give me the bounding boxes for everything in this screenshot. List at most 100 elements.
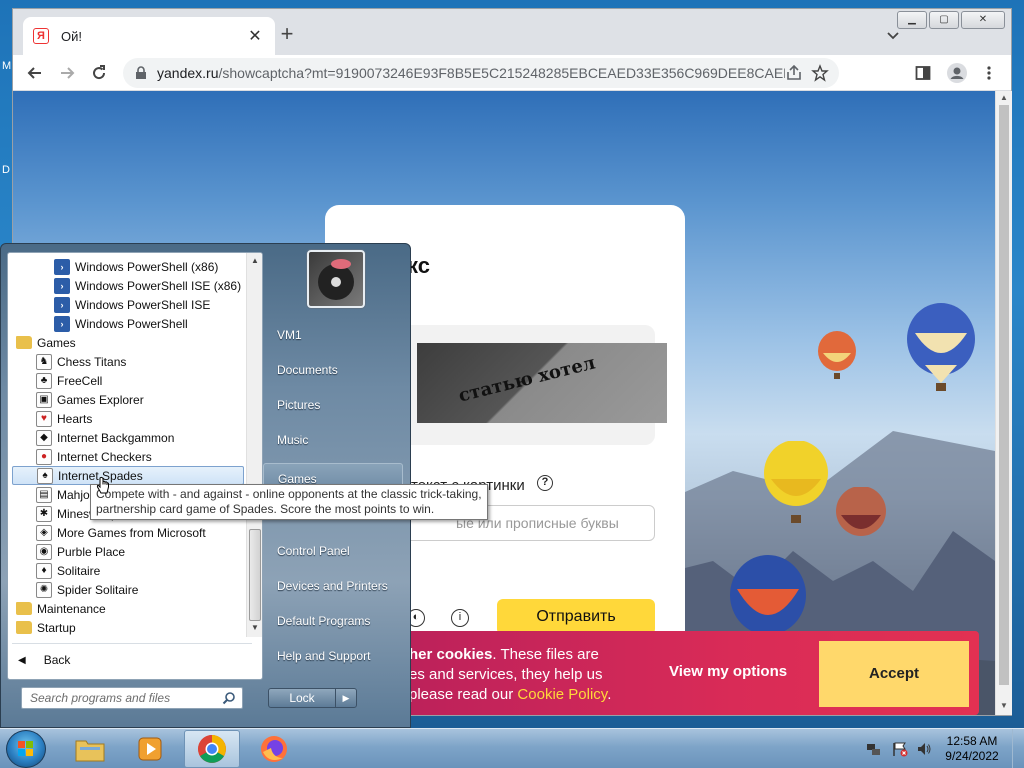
- maximize-button[interactable]: ▢: [929, 11, 959, 29]
- shutdown-options-button[interactable]: ▶: [335, 688, 357, 708]
- folder-icon: [16, 602, 32, 615]
- divider: [12, 643, 252, 644]
- program-item[interactable]: › Windows PowerShell: [12, 314, 244, 333]
- taskbar-explorer-button[interactable]: [62, 730, 118, 768]
- folder-icon: [75, 740, 105, 762]
- program-label: Chess Titans: [57, 354, 127, 369]
- program-item[interactable]: ♠ Internet Spades: [12, 466, 244, 485]
- scroll-thumb[interactable]: [999, 105, 1009, 685]
- network-icon[interactable]: [866, 741, 882, 757]
- info-icon[interactable]: i: [451, 609, 469, 627]
- close-window-button[interactable]: ✕: [961, 11, 1005, 29]
- program-label: Purble Place: [57, 544, 126, 559]
- taskbar-chrome-button[interactable]: [184, 730, 240, 768]
- program-item[interactable]: › Windows PowerShell (x86): [12, 257, 244, 276]
- menu-button[interactable]: [977, 61, 1001, 85]
- program-item[interactable]: Maintenance: [12, 599, 244, 618]
- tab-title: Ой!: [61, 28, 82, 44]
- powershell-icon: ›: [54, 315, 70, 332]
- share-icon[interactable]: [785, 64, 803, 82]
- volume-icon[interactable]: [916, 741, 932, 757]
- right-item-default-programs[interactable]: Default Programs: [277, 614, 370, 628]
- spades-icon: ♠: [37, 467, 53, 484]
- system-clock[interactable]: 12:58 AM 9/24/2022: [940, 734, 1004, 764]
- captcha-text: статью хотел: [456, 352, 598, 407]
- cookie-text-part: please read our: [409, 686, 514, 703]
- window-controls: ▁ ▢ ✕: [897, 11, 1005, 29]
- taskbar-firefox-button[interactable]: [246, 730, 302, 768]
- right-item-control-panel[interactable]: Control Panel: [277, 544, 350, 558]
- minimize-button[interactable]: ▁: [897, 11, 927, 29]
- browser-tab[interactable]: Я Ой! ✕: [23, 17, 275, 55]
- program-item[interactable]: › Windows PowerShell ISE: [12, 295, 244, 314]
- accept-cookies-button[interactable]: Accept: [819, 641, 969, 707]
- scroll-up-icon[interactable]: ▲: [1000, 93, 1008, 102]
- lock-button[interactable]: Lock: [268, 688, 336, 708]
- scroll-thumb[interactable]: [249, 529, 261, 621]
- right-item-documents[interactable]: Documents: [277, 363, 338, 377]
- new-tab-button[interactable]: +: [275, 23, 299, 47]
- back-button[interactable]: ◀ Back: [18, 653, 70, 667]
- search-input[interactable]: Search programs and files: [21, 687, 243, 709]
- bookmark-star-icon[interactable]: [811, 64, 829, 82]
- page-scrollbar[interactable]: ▲ ▼: [995, 91, 1012, 715]
- avatar: [947, 63, 967, 83]
- right-item-music[interactable]: Music: [277, 433, 308, 447]
- view-options-button[interactable]: View my options: [669, 663, 787, 680]
- tab-close-icon[interactable]: ✕: [245, 26, 265, 46]
- program-item[interactable]: ♦ Solitaire: [12, 561, 244, 580]
- user-picture[interactable]: [307, 250, 365, 308]
- right-item-pictures[interactable]: Pictures: [277, 398, 320, 412]
- program-item[interactable]: Startup: [12, 618, 244, 637]
- program-item[interactable]: ● Internet Checkers: [12, 447, 244, 466]
- forward-button[interactable]: [55, 61, 79, 85]
- program-item[interactable]: › Windows PowerShell ISE (x86): [12, 276, 244, 295]
- side-panel-button[interactable]: [911, 61, 935, 85]
- program-label: Games: [37, 335, 76, 350]
- more-games-icon: ◈: [36, 524, 52, 541]
- program-item[interactable]: ◉ Purble Place: [12, 542, 244, 561]
- browser-toolbar: yandex.ru/showcaptcha?mt=9190073246E93F8…: [13, 55, 1011, 91]
- programs-scrollbar[interactable]: ▲ ▼: [246, 253, 262, 637]
- right-item-help-and-support[interactable]: Help and Support: [277, 649, 370, 663]
- submit-button[interactable]: Отправить: [497, 599, 655, 635]
- folder-icon: [16, 621, 32, 634]
- desktop-icon-label-partial: D: [2, 164, 10, 176]
- reload-button[interactable]: [87, 61, 111, 85]
- scroll-up-icon[interactable]: ▲: [251, 256, 259, 265]
- program-label: Internet Checkers: [57, 449, 152, 464]
- search-icon[interactable]: [222, 691, 236, 705]
- address-bar[interactable]: yandex.ru/showcaptcha?mt=9190073246E93F8…: [123, 58, 839, 88]
- program-item[interactable]: ♣ FreeCell: [12, 371, 244, 390]
- programs-pane: › Windows PowerShell (x86) › Windows PowerS…: [7, 252, 263, 680]
- back-button[interactable]: [23, 61, 47, 85]
- desktop-icon-label-partial: M: [2, 60, 12, 72]
- cookie-policy-link[interactable]: Cookie Policy: [517, 686, 607, 703]
- action-center-flag-icon[interactable]: [892, 741, 908, 757]
- program-label: Spider Solitaire: [57, 582, 139, 597]
- scroll-down-icon[interactable]: ▼: [251, 623, 259, 632]
- help-icon[interactable]: ?: [537, 475, 553, 491]
- show-desktop-button[interactable]: [1012, 729, 1024, 768]
- program-item[interactable]: ◆ Internet Backgammon: [12, 428, 244, 447]
- program-item[interactable]: ♥ Hearts: [12, 409, 244, 428]
- taskbar-media-player-button[interactable]: [122, 730, 178, 768]
- cookie-text-bold: her cookies: [409, 646, 493, 663]
- cookie-text-part: . These files are: [492, 646, 599, 663]
- program-item[interactable]: ▣ Games Explorer: [12, 390, 244, 409]
- right-item-devices-and-printers[interactable]: Devices and Printers: [277, 579, 388, 593]
- profile-button[interactable]: [945, 61, 969, 85]
- backgammon-icon: ◆: [36, 429, 52, 446]
- program-item[interactable]: ◈ More Games from Microsoft: [12, 523, 244, 542]
- program-label: Windows PowerShell (x86): [75, 259, 219, 274]
- program-label: Internet Backgammon: [57, 430, 175, 445]
- url-text[interactable]: yandex.ru/showcaptcha?mt=9190073246E93F8…: [157, 65, 785, 81]
- scroll-down-icon[interactable]: ▼: [1000, 701, 1008, 710]
- lock-icon[interactable]: [135, 66, 147, 80]
- program-item[interactable]: ✺ Spider Solitaire: [12, 580, 244, 599]
- program-item[interactable]: Games: [12, 333, 244, 352]
- right-item-vm1[interactable]: VM1: [277, 328, 302, 342]
- firefox-icon: [261, 736, 287, 762]
- program-item[interactable]: ♞ Chess Titans: [12, 352, 244, 371]
- start-button[interactable]: [6, 730, 46, 768]
